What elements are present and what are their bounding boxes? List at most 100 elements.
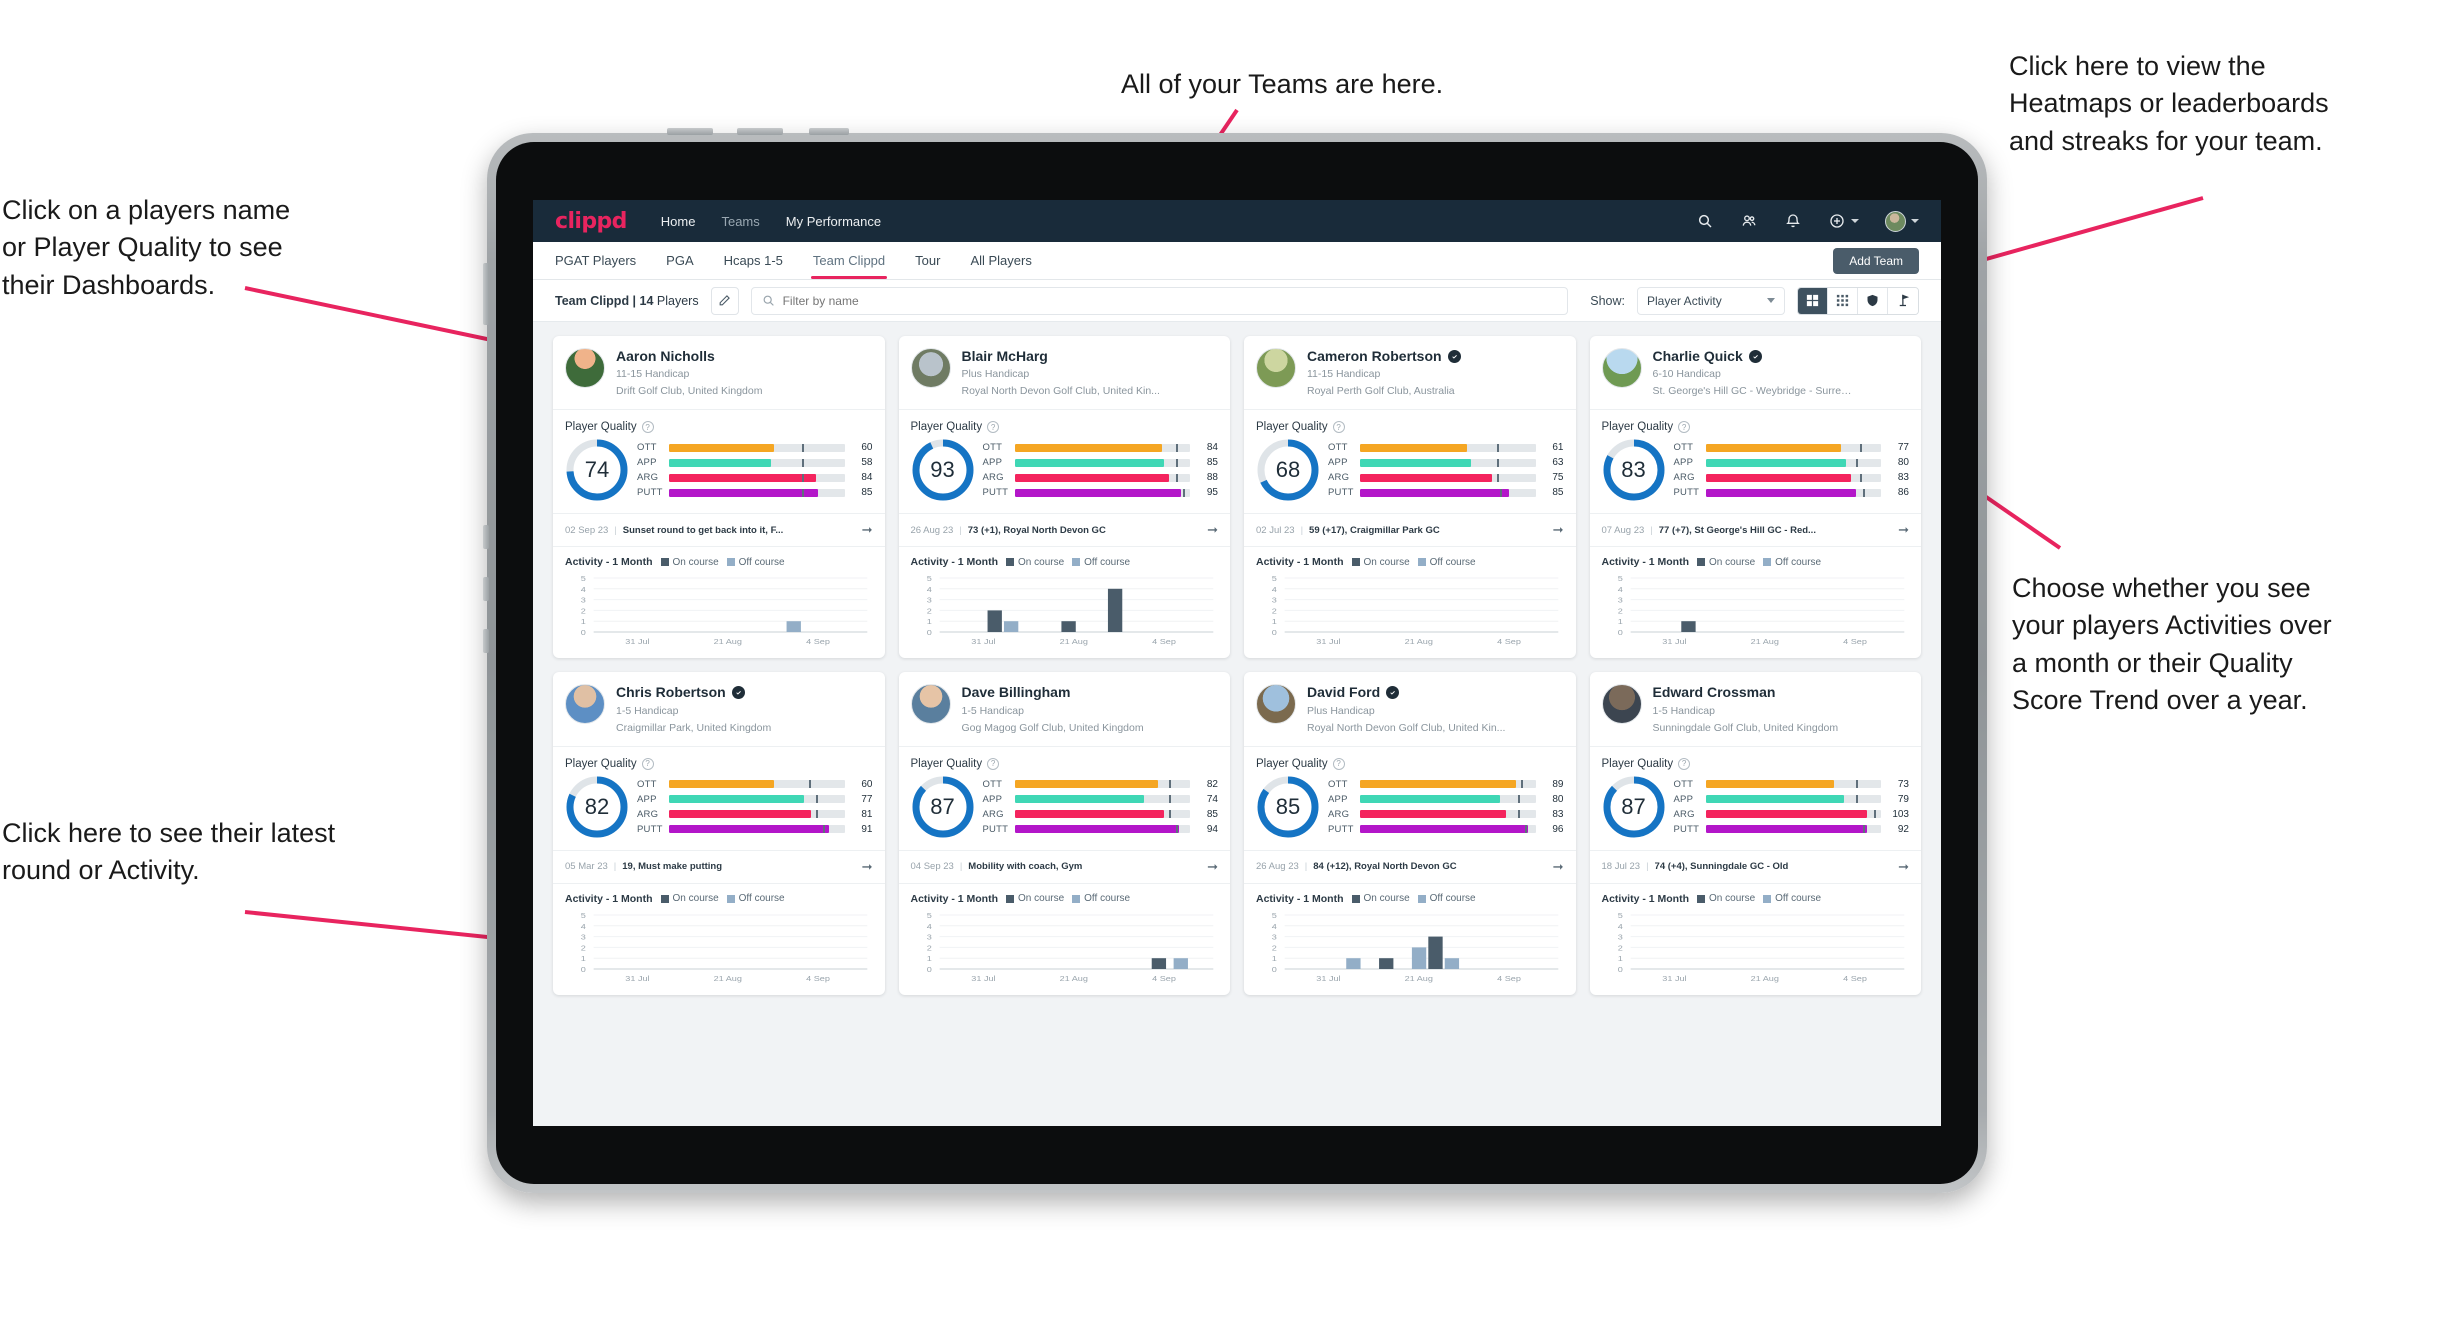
arrow-right-icon[interactable]: ➞ bbox=[1898, 522, 1909, 538]
player-name[interactable]: Aaron Nicholls bbox=[616, 348, 762, 364]
chevron-down-icon[interactable] bbox=[1911, 219, 1919, 223]
player-name[interactable]: Cameron Robertson bbox=[1307, 348, 1461, 364]
shield-icon[interactable] bbox=[1858, 287, 1888, 314]
nav-link-home[interactable]: Home bbox=[661, 214, 696, 229]
bell-icon[interactable] bbox=[1784, 212, 1802, 230]
search-field-wrapper[interactable] bbox=[750, 286, 1569, 315]
player-card[interactable]: Charlie Quick 6-10 Handicap St. George's… bbox=[1589, 336, 1921, 659]
player-card-header[interactable]: Blair McHarg Plus Handicap Royal North D… bbox=[898, 336, 1230, 411]
player-name[interactable]: Blair McHarg bbox=[962, 348, 1160, 364]
player-card[interactable]: David Ford Plus Handicap Royal North Dev… bbox=[1244, 672, 1576, 995]
tab-team-clippd[interactable]: Team Clippd bbox=[810, 242, 888, 279]
legend-off-course: Off course bbox=[1763, 893, 1821, 904]
metric-fill bbox=[1360, 443, 1468, 452]
svg-text:0: 0 bbox=[1272, 966, 1278, 974]
player-quality-header: Player Quality ? bbox=[553, 410, 885, 436]
player-card-header[interactable]: Charlie Quick 6-10 Handicap St. George's… bbox=[1589, 336, 1921, 411]
player-quality-body[interactable]: 83 OTT 77 APP 80 ARG 83 PUTT 86 bbox=[1589, 436, 1921, 515]
metric-benchmark-tick bbox=[1496, 473, 1499, 482]
player-card-header[interactable]: Dave Billingham 1-5 Handicap Gog Magog G… bbox=[898, 672, 1230, 747]
avatar[interactable] bbox=[1885, 210, 1906, 232]
player-card-header[interactable]: Cameron Robertson 11-15 Handicap Royal P… bbox=[1244, 336, 1576, 411]
tablet-button-volume-down[interactable] bbox=[737, 128, 783, 135]
add-team-button[interactable]: Add Team bbox=[1833, 247, 1919, 274]
arrow-right-icon[interactable]: ➞ bbox=[862, 859, 873, 875]
player-name[interactable]: Edward Crossman bbox=[1653, 684, 1839, 700]
player-card[interactable]: Dave Billingham 1-5 Handicap Gog Magog G… bbox=[898, 672, 1230, 995]
pencil-icon[interactable] bbox=[710, 286, 739, 315]
arrow-right-icon[interactable]: ➞ bbox=[1898, 859, 1909, 875]
help-icon[interactable]: ? bbox=[987, 757, 1000, 770]
nav-link-my-performance[interactable]: My Performance bbox=[786, 214, 881, 229]
metric-value: 95 bbox=[1206, 487, 1218, 499]
player-quality-body[interactable]: 87 OTT 82 APP 74 ARG 85 PUTT 94 bbox=[898, 773, 1230, 851]
latest-round-row[interactable]: 02 Sep 23 | Sunset round to get back int… bbox=[553, 514, 885, 548]
player-name[interactable]: Dave Billingham bbox=[962, 684, 1144, 700]
tab-pga[interactable]: PGA bbox=[666, 242, 693, 279]
player-card-header[interactable]: Aaron Nicholls 11-15 Handicap Drift Golf… bbox=[553, 336, 885, 411]
tab-hcaps-1-5[interactable]: Hcaps 1-5 bbox=[724, 242, 783, 279]
help-icon[interactable]: ? bbox=[1332, 757, 1345, 770]
latest-round-row[interactable]: 02 Jul 23 | 59 (+17), Craigmillar Park G… bbox=[1244, 514, 1576, 548]
latest-round-row[interactable]: 04 Sep 23 | Mobility with coach, Gym ➞ bbox=[898, 851, 1230, 884]
metric-benchmark-tick bbox=[1521, 780, 1524, 789]
search-input[interactable] bbox=[782, 293, 1558, 308]
help-icon[interactable]: ? bbox=[987, 421, 1000, 434]
arrow-right-icon[interactable]: ➞ bbox=[1553, 522, 1564, 538]
grid-small-icon[interactable] bbox=[1828, 287, 1858, 314]
help-icon[interactable]: ? bbox=[1678, 421, 1691, 434]
svg-text:3: 3 bbox=[926, 597, 932, 605]
arrow-right-icon[interactable]: ➞ bbox=[862, 522, 873, 538]
player-card[interactable]: Chris Robertson 1-5 Handicap Craigmillar… bbox=[553, 672, 885, 995]
nav-link-teams[interactable]: Teams bbox=[721, 214, 759, 229]
tab-pgat-players[interactable]: PGAT Players bbox=[555, 242, 636, 279]
player-card[interactable]: Blair McHarg Plus Handicap Royal North D… bbox=[898, 336, 1230, 659]
player-quality-body[interactable]: 87 OTT 73 APP 79 ARG 103 PUTT 92 bbox=[1589, 773, 1921, 851]
arrow-right-icon[interactable]: ➞ bbox=[1207, 522, 1218, 538]
help-icon[interactable]: ? bbox=[641, 421, 654, 434]
player-name[interactable]: David Ford bbox=[1307, 684, 1505, 700]
account-menu[interactable] bbox=[1885, 210, 1919, 232]
tab-tour[interactable]: Tour bbox=[915, 242, 940, 279]
player-quality-body[interactable]: 74 OTT 60 APP 58 ARG 84 PUTT 85 bbox=[553, 436, 885, 515]
tablet-button-power[interactable] bbox=[809, 128, 849, 135]
player-handicap: 6-10 Handicap bbox=[1652, 368, 1721, 381]
player-card-header[interactable]: Chris Robertson 1-5 Handicap Craigmillar… bbox=[553, 672, 885, 747]
player-name[interactable]: Chris Robertson bbox=[616, 684, 771, 700]
show-select[interactable]: Player Activity bbox=[1637, 286, 1785, 315]
grid-large-icon[interactable] bbox=[1798, 287, 1828, 314]
player-card[interactable]: Aaron Nicholls 11-15 Handicap Drift Golf… bbox=[553, 336, 885, 659]
activity-title: Activity - 1 Month bbox=[565, 892, 653, 905]
help-icon[interactable]: ? bbox=[1678, 757, 1691, 770]
player-card[interactable]: Edward Crossman 1-5 Handicap Sunningdale… bbox=[1589, 672, 1921, 995]
flag-icon[interactable] bbox=[1888, 287, 1918, 314]
tablet-button-volume-up[interactable] bbox=[667, 128, 713, 135]
activity-header: Activity - 1 Month On course Off course bbox=[1244, 547, 1576, 572]
latest-round-row[interactable]: 05 Mar 23 | 19, Must make putting ➞ bbox=[553, 851, 885, 884]
plus-circle-icon[interactable] bbox=[1828, 212, 1846, 230]
latest-round-row[interactable]: 26 Aug 23 | 84 (+12), Royal North Devon … bbox=[1244, 851, 1576, 884]
player-quality-body[interactable]: 68 OTT 61 APP 63 ARG 75 PUTT 85 bbox=[1244, 436, 1576, 515]
arrow-right-icon[interactable]: ➞ bbox=[1207, 859, 1218, 875]
metric-benchmark-tick bbox=[1859, 473, 1862, 482]
arrow-right-icon[interactable]: ➞ bbox=[1553, 859, 1564, 875]
player-quality-body[interactable]: 85 OTT 89 APP 80 ARG 83 PUTT 96 bbox=[1244, 773, 1576, 851]
people-icon[interactable] bbox=[1740, 212, 1758, 230]
player-card-header[interactable]: Edward Crossman 1-5 Handicap Sunningdale… bbox=[1589, 672, 1921, 747]
tab-all-players[interactable]: All Players bbox=[970, 242, 1031, 279]
help-icon[interactable]: ? bbox=[1332, 421, 1345, 434]
player-quality-body[interactable]: 93 OTT 84 APP 85 ARG 88 PUTT 95 bbox=[898, 436, 1230, 515]
clippd-logo[interactable]: clippd bbox=[555, 209, 627, 234]
player-card-header[interactable]: David Ford Plus Handicap Royal North Dev… bbox=[1244, 672, 1576, 747]
player-card[interactable]: Cameron Robertson 11-15 Handicap Royal P… bbox=[1244, 336, 1576, 659]
latest-round-row[interactable]: 18 Jul 23 | 74 (+4), Sunningdale GC - Ol… bbox=[1589, 851, 1921, 884]
player-name[interactable]: Charlie Quick bbox=[1653, 348, 1853, 364]
help-icon[interactable]: ? bbox=[641, 757, 654, 770]
metric-benchmark-tick bbox=[1496, 458, 1499, 467]
search-icon[interactable] bbox=[1696, 212, 1714, 230]
chevron-down-icon[interactable] bbox=[1851, 219, 1859, 223]
player-quality-body[interactable]: 82 OTT 60 APP 77 ARG 81 PUTT 91 bbox=[553, 773, 885, 851]
add-menu[interactable] bbox=[1828, 212, 1859, 230]
latest-round-row[interactable]: 07 Aug 23 | 77 (+7), St George's Hill GC… bbox=[1589, 514, 1921, 548]
latest-round-row[interactable]: 26 Aug 23 | 73 (+1), Royal North Devon G… bbox=[898, 514, 1230, 548]
